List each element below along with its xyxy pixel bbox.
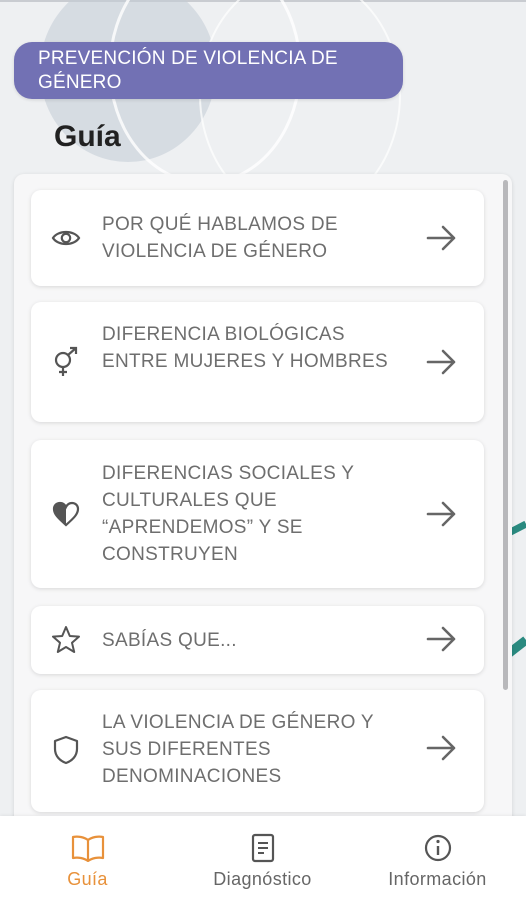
nav-label: Guía: [67, 869, 108, 889]
nav-tab-informacion[interactable]: Información: [350, 816, 525, 900]
guide-item-label: SABÍAS QUE...: [102, 630, 237, 651]
guide-item-denominaciones[interactable]: LA VIOLENCIA DE GÉNERO Y SUS DIFERENTES …: [31, 690, 484, 812]
guide-item-diferencias-sociales[interactable]: DIFERENCIAS SOCIALES Y CULTURALES QUE “A…: [31, 440, 484, 588]
status-divider: [0, 0, 526, 2]
nav-label: Diagnóstico: [213, 869, 312, 889]
guide-item-label: DIFERENCIAS SOCIALES Y CULTURALES QUE “A…: [102, 463, 354, 565]
guide-item-sabias-que[interactable]: SABÍAS QUE...: [31, 606, 484, 674]
guide-item-diferencias-biologicas[interactable]: DIFERENCIA BIOLÓGICAS ENTRE MUJERES Y HO…: [31, 302, 484, 422]
nav-tab-guia[interactable]: Guía: [0, 816, 175, 900]
nav-label: Información: [388, 869, 487, 889]
guide-item-violencia-genero[interactable]: POR QUÉ HABLAMOS DE VIOLENCIA DE GÉNERO: [31, 190, 484, 286]
nav-tab-diagnostico[interactable]: Diagnóstico: [175, 816, 350, 900]
section-banner: PREVENCIÓN DE VIOLENCIA DE GÉNERO: [14, 42, 403, 99]
arrow-right-icon: [424, 347, 460, 377]
arrow-right-icon: [424, 733, 460, 763]
shield-icon: [51, 735, 81, 765]
arrow-right-icon: [424, 223, 460, 253]
gender-icon: [51, 346, 81, 377]
eye-icon: [51, 223, 81, 253]
guide-list[interactable]: POR QUÉ HABLAMOS DE VIOLENCIA DE GÉNERO …: [14, 174, 512, 834]
star-icon: [51, 625, 81, 655]
book-icon: [71, 833, 105, 863]
scrollbar[interactable]: [503, 180, 508, 690]
arrow-right-icon: [424, 624, 460, 654]
bottom-navigation: Guía Diagnóstico Información: [0, 816, 526, 900]
guide-item-label: POR QUÉ HABLAMOS DE VIOLENCIA DE GÉNERO: [102, 214, 338, 262]
half-heart-icon: [51, 499, 81, 529]
guide-item-label: LA VIOLENCIA DE GÉNERO Y SUS DIFERENTES …: [102, 712, 374, 787]
arrow-right-icon: [424, 499, 460, 529]
info-icon: [421, 833, 455, 863]
page-title: Guía: [54, 120, 121, 153]
document-icon: [246, 833, 280, 863]
guide-item-label: DIFERENCIA BIOLÓGICAS ENTRE MUJERES Y HO…: [102, 324, 388, 372]
